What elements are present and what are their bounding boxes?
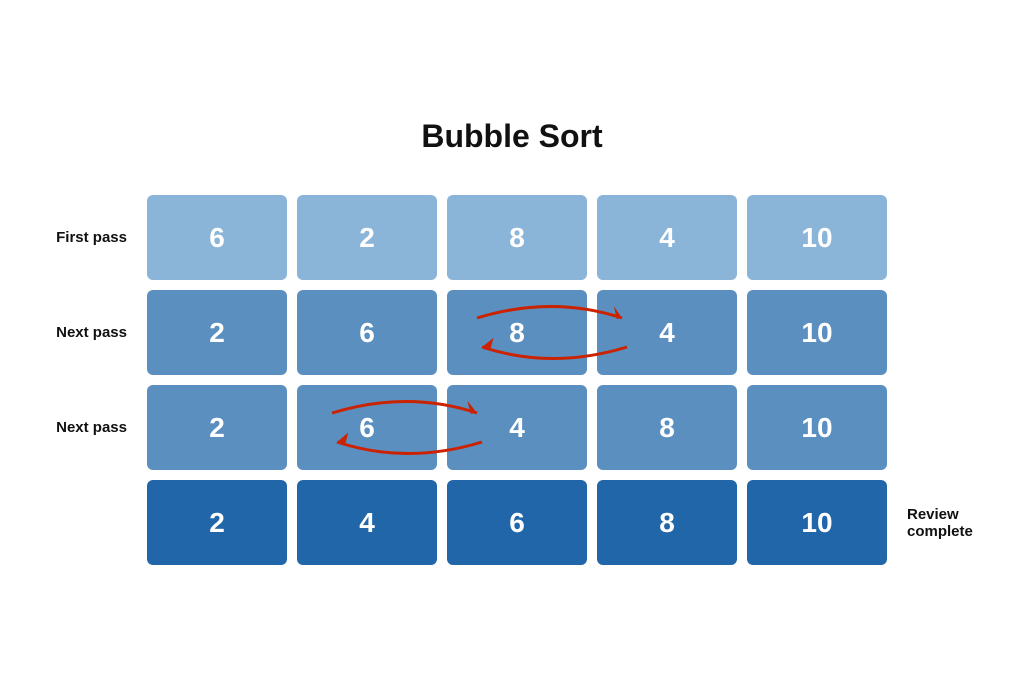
row-3: Next pass 2 6 4 8 10: [27, 385, 997, 470]
cell-r1-2: 8: [447, 195, 587, 280]
cell-r3-4: 10: [747, 385, 887, 470]
cell-r2-3: 4: [597, 290, 737, 375]
row-4-suffix: Review complete: [897, 506, 997, 540]
row-4: 2 4 6 8 10 Review complete: [27, 480, 997, 565]
row-2: Next pass 2 6 8 4 10: [27, 290, 997, 375]
cell-r4-2: 6: [447, 480, 587, 565]
grid-container: First pass 6 2 8 4 10 Next pass 2 6 8 4 …: [27, 195, 997, 565]
cell-r2-2: 8: [447, 290, 587, 375]
cell-r3-3: 8: [597, 385, 737, 470]
cell-r2-4: 10: [747, 290, 887, 375]
row-1-label: First pass: [27, 229, 137, 246]
cell-r1-3: 4: [597, 195, 737, 280]
row-1: First pass 6 2 8 4 10: [27, 195, 997, 280]
cell-r4-1: 4: [297, 480, 437, 565]
cell-r3-0: 2: [147, 385, 287, 470]
cell-r4-0: 2: [147, 480, 287, 565]
row-3-label: Next pass: [27, 419, 137, 436]
cell-r1-1: 2: [297, 195, 437, 280]
cell-r3-1: 6: [297, 385, 437, 470]
row-2-label: Next pass: [27, 324, 137, 341]
cell-r1-4: 10: [747, 195, 887, 280]
cell-r4-3: 8: [597, 480, 737, 565]
cell-r2-0: 2: [147, 290, 287, 375]
cell-r2-1: 6: [297, 290, 437, 375]
cell-r1-0: 6: [147, 195, 287, 280]
page-title: Bubble Sort: [421, 118, 602, 155]
cell-r4-4: 10: [747, 480, 887, 565]
cell-r3-2: 4: [447, 385, 587, 470]
